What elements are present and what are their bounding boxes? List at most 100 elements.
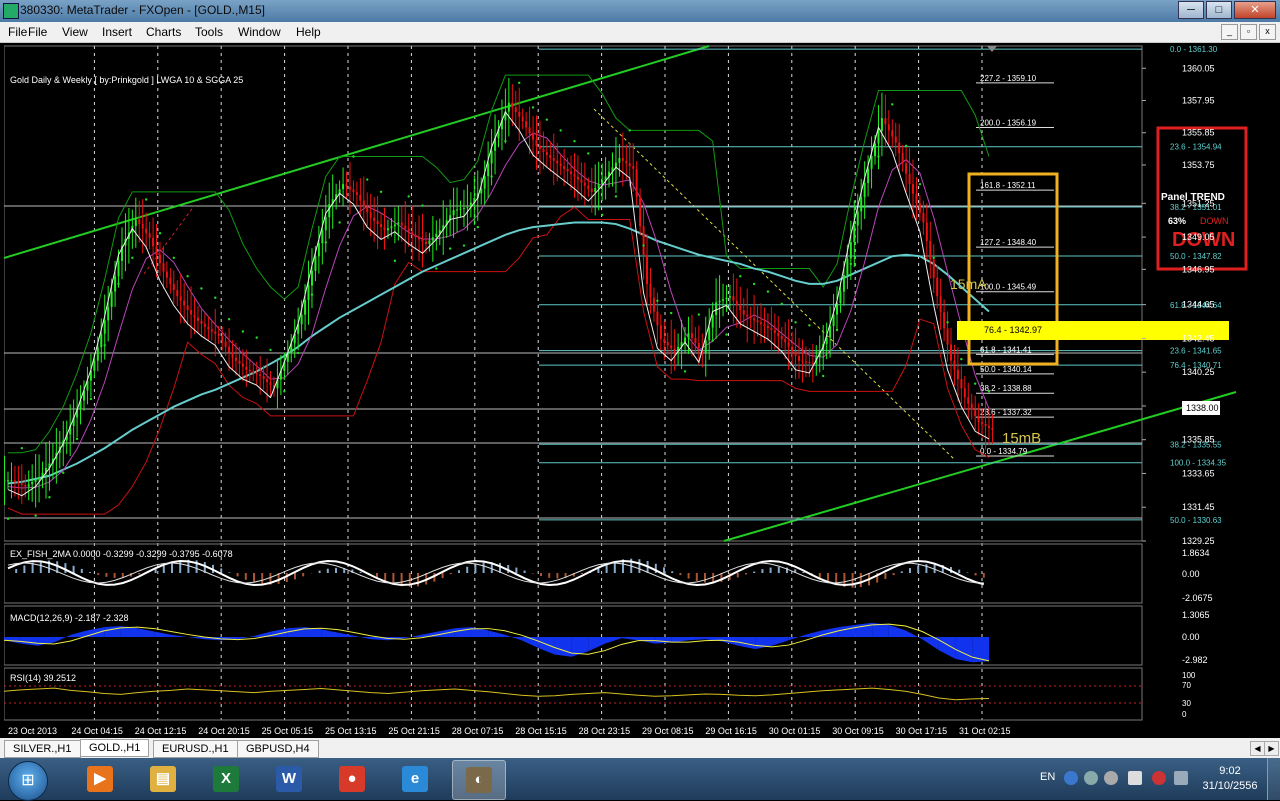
show-desktop-button[interactable]: [1267, 758, 1280, 800]
close-button[interactable]: ✕: [1234, 1, 1276, 19]
sar-dot: [448, 247, 452, 250]
candle-body: [17, 481, 20, 484]
candle-body: [545, 151, 548, 155]
menu-help[interactable]: Help: [296, 25, 321, 39]
candle-body: [359, 194, 362, 201]
sar-dot: [918, 182, 922, 186]
sar-dot: [725, 333, 728, 336]
candle-body: [183, 300, 186, 306]
candle-body: [162, 263, 165, 272]
candle-body: [711, 314, 714, 328]
clock-date: 31/10/2556: [1202, 780, 1258, 792]
mdi-close-button[interactable]: x: [1259, 24, 1276, 40]
macd-bar: [488, 630, 505, 637]
candle-body: [20, 483, 23, 485]
sar-dot: [435, 267, 438, 270]
tab-silver[interactable]: SILVER.,H1: [4, 740, 81, 758]
tab-scroll-left-icon[interactable]: ◀: [1250, 741, 1265, 756]
candle-body: [314, 256, 317, 271]
time-tick-label: 28 Oct 15:15: [515, 726, 567, 736]
menu-insert[interactable]: Insert: [102, 25, 132, 39]
display-icon[interactable]: [1174, 771, 1188, 785]
tab-gold[interactable]: GOLD.,H1: [80, 739, 150, 757]
fib-mid-label: 127.2 - 1348.40: [980, 238, 1037, 247]
sar-dot: [835, 328, 839, 332]
sar-dot: [407, 195, 410, 198]
taskbar-chrome-button[interactable]: ●: [326, 760, 378, 798]
mdi-restore-button[interactable]: ▫: [1240, 24, 1257, 40]
taskbar: ⊞ ▶ ▤ X W ● e ◐ EN 9:02 31/10/2556: [0, 758, 1280, 801]
macd-bar: [554, 637, 572, 657]
candle-body: [587, 185, 590, 189]
mdi-minimize-button[interactable]: _: [1221, 24, 1238, 40]
menu-window[interactable]: Window: [238, 25, 281, 39]
candle-body: [594, 187, 597, 192]
candle-body: [936, 277, 939, 297]
candle-body: [203, 323, 206, 327]
macd-bar: [888, 624, 906, 637]
metatrader-app-icon[interactable]: [3, 3, 19, 19]
price-tick-label: 1349.05: [1182, 232, 1215, 242]
menu-charts[interactable]: Charts: [146, 25, 181, 39]
flag-icon[interactable]: [1128, 771, 1142, 785]
sar-dot: [545, 118, 549, 121]
candle-body: [642, 226, 645, 256]
candle-body: [431, 237, 434, 241]
tab-scroll-right-icon[interactable]: ▶: [1264, 741, 1279, 756]
maximize-button[interactable]: □: [1206, 1, 1232, 19]
candle-body: [960, 379, 963, 389]
gear-icon[interactable]: [1104, 771, 1118, 785]
price-chart[interactable]: 0.0 - 1361.3023.6 - 1354.9438.2 - 1351.0…: [4, 44, 1276, 738]
candle-body: [670, 345, 673, 349]
fib-level-label: 100.0 - 1334.35: [1170, 459, 1227, 468]
taskbar-excel-button[interactable]: X: [200, 760, 252, 798]
menu-file-label[interactable]: File: [28, 25, 47, 39]
macd-bar: [822, 627, 839, 637]
sar-dot: [518, 81, 521, 85]
network-icon[interactable]: [1084, 771, 1098, 785]
menu-view[interactable]: View: [62, 25, 88, 39]
time-tick-label: 24 Oct 04:15: [71, 726, 123, 736]
start-button[interactable]: ⊞: [8, 761, 48, 801]
fib-level-label: 23.6 - 1354.94: [1170, 143, 1222, 152]
taskbar-internet-explorer-button[interactable]: e: [389, 760, 441, 798]
candle-body: [763, 324, 766, 327]
minimize-button[interactable]: ─: [1178, 1, 1204, 19]
candle-body: [963, 388, 966, 398]
candle-body: [956, 369, 959, 380]
taskbar-metatrader-button[interactable]: ◐: [452, 760, 506, 800]
menu-file[interactable]: File: [8, 25, 27, 39]
help-icon[interactable]: [1064, 771, 1078, 785]
macd-bar: [838, 624, 856, 637]
macd-bar: [771, 637, 789, 646]
candle-body: [266, 379, 269, 383]
volume-muted-icon[interactable]: [1152, 771, 1166, 785]
candle-body: [4, 480, 6, 482]
sar-dot: [158, 232, 162, 235]
taskbar-word-button[interactable]: W: [263, 760, 315, 798]
taskbar-media-player-button[interactable]: ▶: [74, 760, 126, 798]
candle-body: [193, 314, 196, 318]
candle-body: [860, 197, 863, 212]
candle-body: [798, 356, 801, 361]
candle-body: [614, 162, 617, 168]
tab-eurusd[interactable]: EURUSD.,H1: [153, 740, 238, 758]
chart-window[interactable]: 0.0 - 1361.30 23.6 - 1354.94 38.2 - 1351.0…: [4, 44, 1276, 738]
language-indicator[interactable]: EN: [1040, 771, 1055, 783]
fib-level-label: 50.0 - 1330.63: [1170, 516, 1222, 525]
price-tick-label: 1335.85: [1182, 435, 1215, 445]
clock[interactable]: 9:02 31/10/2556: [1198, 764, 1262, 794]
tab-gbpusd[interactable]: GBPUSD,H4: [237, 740, 319, 758]
macd-bar: [321, 629, 338, 637]
sar-dot: [794, 321, 797, 324]
sar-dot: [531, 106, 535, 109]
candle-body: [977, 415, 980, 423]
time-tick-label: 24 Oct 20:15: [198, 726, 250, 736]
taskbar-file-explorer-button[interactable]: ▤: [137, 760, 189, 798]
candle-body: [898, 142, 901, 154]
menu-tools[interactable]: Tools: [195, 25, 223, 39]
candle-body: [141, 224, 144, 229]
candle-body: [34, 479, 37, 482]
sar-dot: [960, 357, 963, 361]
candle-body: [221, 336, 224, 342]
